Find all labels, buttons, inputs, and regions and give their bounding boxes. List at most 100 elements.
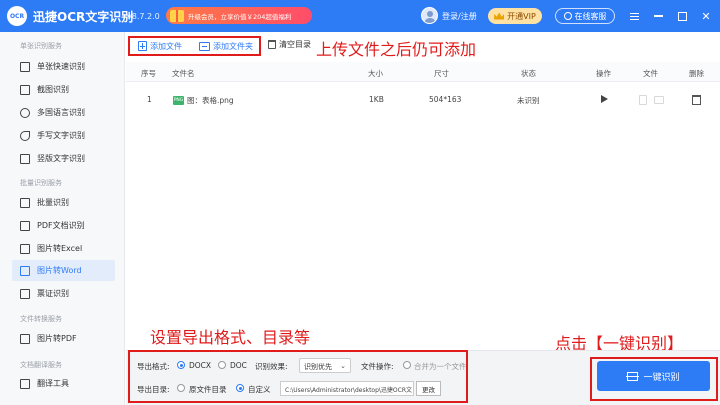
ticket-icon [20,288,30,299]
format-docx-radio[interactable] [177,361,185,369]
pdf-icon [20,220,30,231]
one-click-ocr-button[interactable]: 一键识别 [597,361,710,391]
annotation-top: 上传文件之后仍可添加 [316,40,477,59]
format-docx-label: DOCX [189,361,212,370]
sidebar-item-single-fast[interactable]: 单张快速识别 [12,56,115,77]
add-folder-button[interactable]: 添加文件夹 [199,39,253,53]
batch-icon [20,197,30,208]
word-icon [20,265,30,276]
effect-select-value: 识别优先 [304,363,332,371]
table-header: 序号 文件名 大小 尺寸 状态 操作 文件 删除 [126,62,720,82]
sidebar-group-title: 单张识别服务 [20,42,62,50]
clear-list-button[interactable]: 清空目录 [268,39,311,50]
gift-icon [170,9,184,22]
row-dimensions: 504*163 [429,95,462,104]
sidebar-item-label: 翻译工具 [37,379,69,388]
dir-custom-label: 自定义 [248,385,271,394]
app-title: 迅捷OCR文字识别 [33,10,134,24]
annotation-bottom: 设置导出格式、目录等 [150,328,311,347]
close-button[interactable]: ✕ [698,8,714,24]
sidebar-item-screenshot[interactable]: 截图识别 [12,79,115,100]
dir-label: 导出目录: [137,385,170,394]
sidebar-item-label: 图片转Excel [37,244,83,253]
sidebar-item-label: 截图识别 [37,85,69,94]
dir-original-radio[interactable] [177,384,185,392]
column-header: 尺寸 [434,69,449,78]
column-header: 文件 [643,69,658,78]
sidebar-item-word[interactable]: 图片转Word [12,260,115,281]
row-filename-text: 图：表格.png [187,96,234,105]
sidebar-group-title: 文件转换服务 [20,315,62,323]
pdf-convert-icon [20,333,30,344]
sidebar-item-label: 票证识别 [37,289,69,298]
dir-custom-radio[interactable] [236,384,244,392]
vertical-text-icon [20,153,30,164]
promo-banner[interactable]: 升级会员，立享价值￥204超值福利 [166,7,312,24]
export-path-input[interactable]: C:\Users\Administrator\desktop\迅捷OCR文 [280,381,414,396]
sidebar-group-title: 文档翻译服务 [20,361,62,369]
promo-text: 升级会员，立享价值￥204超值福利 [188,12,292,21]
sidebar-item-translate[interactable]: 翻译工具 [12,373,115,394]
clear-list-label: 清空目录 [279,40,311,49]
sidebar-item-vertical[interactable]: 竖版文字识别 [12,148,115,169]
row-size: 1KB [369,95,384,104]
online-service-button[interactable]: 在线客服 [555,8,615,24]
change-dir-button[interactable]: 更改 [416,381,441,396]
ocr-button-label: 一键识别 [643,372,680,383]
sidebar-item-pdf[interactable]: PDF文档识别 [12,215,115,236]
sidebar: 单张识别服务 单张快速识别 截图识别 多国语言识别 手写文字识别 竖版文字识别 … [0,32,125,405]
merge-label: 合并为一个文件 [414,362,467,371]
column-header: 状态 [521,69,536,78]
sidebar-item-label: 图片转PDF [37,334,77,343]
translate-icon [20,378,30,389]
globe-icon [20,107,30,118]
column-header: 文件名 [172,69,195,78]
delete-icon[interactable] [692,95,701,105]
app-logo: OCR [7,6,27,26]
pen-icon [20,130,30,141]
row-index: 1 [147,95,152,104]
sidebar-item-label: PDF文档识别 [37,221,85,230]
trash-icon [268,40,276,49]
crop-icon [20,84,30,95]
app-version: v8.7.2.0 [127,12,160,21]
sidebar-item-batch[interactable]: 批量识别 [12,192,115,213]
sidebar-item-handwriting[interactable]: 手写文字识别 [12,125,115,146]
sidebar-item-label: 单张快速识别 [37,62,85,71]
sidebar-item-img-to-pdf[interactable]: 图片转PDF [12,328,115,349]
sidebar-item-label: 图片转Word [37,266,82,275]
effect-select[interactable]: 识别优先 ⌄ [299,358,351,373]
column-header: 序号 [141,69,156,78]
menu-icon [629,12,639,20]
add-folder-label: 添加文件夹 [213,41,253,51]
sidebar-group-title: 批量识别服务 [20,179,62,187]
sidebar-item-ticket[interactable]: 票证识别 [12,283,115,304]
sidebar-item-multilang[interactable]: 多国语言识别 [12,102,115,123]
chevron-down-icon: ⌄ [340,362,346,370]
merge-radio[interactable] [403,361,411,369]
menu-button[interactable] [626,8,642,24]
close-icon: ✕ [701,9,711,23]
vip-button[interactable]: 开通VIP [488,8,542,24]
column-header: 操作 [596,69,611,78]
format-label: 导出格式: [137,362,170,371]
minimize-button[interactable] [650,8,666,24]
format-doc-radio[interactable] [218,361,226,369]
play-icon[interactable] [601,95,608,103]
file-operation-label: 文件操作: [361,362,394,371]
headset-icon [563,12,572,20]
add-folder-icon [199,41,210,51]
login-link[interactable]: 登录/注册 [442,11,477,22]
column-header: 大小 [368,69,383,78]
sidebar-item-excel[interactable]: 图片转Excel [12,238,115,259]
avatar[interactable] [421,7,438,24]
format-doc-label: DOC [230,361,247,370]
effect-label: 识别效果: [255,362,288,371]
png-file-icon: PNG [173,96,184,105]
add-file-button[interactable]: 添加文件 [138,39,182,53]
document-icon [639,95,647,105]
maximize-icon [677,11,687,21]
maximize-button[interactable] [674,8,690,24]
row-filename: PNG 图：表格.png [173,95,234,106]
add-file-label: 添加文件 [150,41,182,51]
